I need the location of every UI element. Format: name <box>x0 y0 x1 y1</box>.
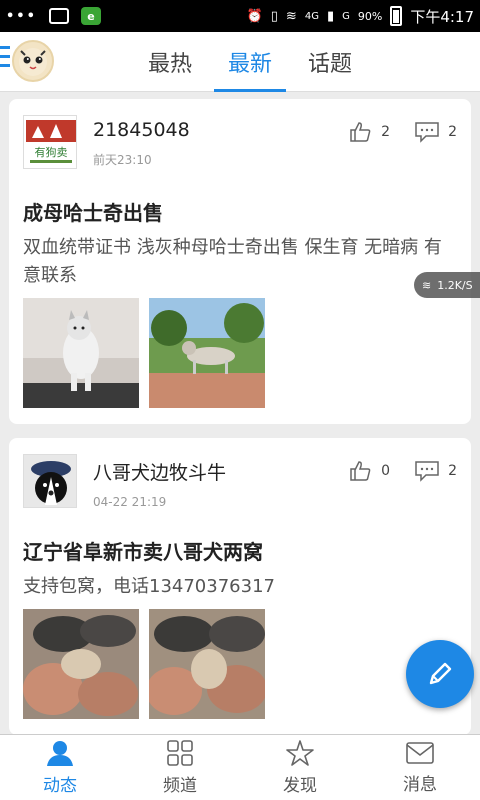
post-card[interactable]: 八哥犬边牧斗牛 04-22 21:19 0 2 辽宁省阜新市卖八哥犬两窝 支持包… <box>9 438 471 735</box>
comment-icon <box>415 461 439 482</box>
post-title[interactable]: 成母哈士奇出售 <box>23 197 457 226</box>
alarm-icon: ⏰ <box>246 8 263 24</box>
nav-discover-label: 发现 <box>283 776 317 796</box>
grid-icon <box>167 740 193 766</box>
like-button[interactable]: 0 <box>349 460 390 482</box>
author-avatar[interactable]: 有狗卖 <box>23 115 77 169</box>
avatar-logo-text: 有狗卖 <box>35 145 68 159</box>
vibrate-icon: ▯ <box>270 8 278 24</box>
post-photo[interactable] <box>23 298 139 408</box>
comment-count: 2 <box>448 124 457 140</box>
post-photo[interactable] <box>149 298 265 408</box>
bottom-nav: 动态 频道 发现 消息 <box>0 734 480 800</box>
top-nav: 最热 最新 话题 <box>0 32 480 92</box>
comment-button[interactable]: 2 <box>414 460 457 482</box>
nav-discover[interactable]: 发现 <box>240 735 360 800</box>
wifi-icon: ≋ <box>422 278 432 292</box>
app-notification-icon: e <box>80 7 101 25</box>
tab-hot[interactable]: 最热 <box>130 32 210 92</box>
star-icon <box>286 740 314 766</box>
nav-feed[interactable]: 动态 <box>0 735 120 800</box>
post-title[interactable]: 辽宁省阜新市卖八哥犬两窝 <box>23 536 457 565</box>
user-avatar-button[interactable] <box>12 40 54 82</box>
post-time: 前天23:10 <box>93 153 152 167</box>
menu-icon[interactable] <box>0 46 12 76</box>
author-name[interactable]: 21845048 <box>93 119 349 141</box>
author-avatar[interactable] <box>23 454 77 508</box>
tab-latest[interactable]: 最新 <box>210 32 290 92</box>
nav-messages-label: 消息 <box>403 775 437 795</box>
network-speed-badge: ≋ 1.2K/S <box>414 272 480 298</box>
comment-button[interactable]: 2 <box>414 121 457 143</box>
clock: 下午4:17 <box>410 7 474 26</box>
pencil-icon <box>429 662 452 685</box>
like-count: 0 <box>381 463 391 479</box>
comment-icon <box>415 122 439 143</box>
nav-channels[interactable]: 频道 <box>120 735 240 800</box>
nav-feed-label: 动态 <box>43 776 77 796</box>
compose-button[interactable] <box>406 640 474 708</box>
network-speed-text: 1.2K/S <box>437 278 473 292</box>
post-photo[interactable] <box>149 609 265 719</box>
post-card[interactable]: 有狗卖 21845048 前天23:10 2 2 成母哈士奇出售 双血统带证书 … <box>9 99 471 424</box>
status-bar: ••• e ⏰ ▯ ≋ 4G ▮ G 90% 下午4:17 <box>0 0 480 32</box>
post-feed: 有狗卖 21845048 前天23:10 2 2 成母哈士奇出售 双血统带证书 … <box>9 99 471 749</box>
like-button[interactable]: 2 <box>349 121 390 143</box>
nav-messages[interactable]: 消息 <box>360 735 480 800</box>
thumbs-up-icon <box>350 122 371 142</box>
battery-percent: 90% <box>357 9 383 23</box>
feed-tabs: 最热 最新 话题 <box>130 32 370 92</box>
screenshot-icon <box>48 8 69 24</box>
signal-icon: ▮ <box>326 8 335 24</box>
post-photo[interactable] <box>23 609 139 719</box>
battery-icon <box>390 6 403 26</box>
envelope-icon <box>406 742 434 764</box>
post-body[interactable]: 双血统带证书 浅灰种母哈士奇出售 保生育 无暗病 有意联系 <box>23 234 457 290</box>
user-icon <box>47 741 73 766</box>
network-type: 4G <box>304 10 319 22</box>
post-body[interactable]: 支持包窝，电话13470376317 <box>23 573 457 601</box>
network-type-2: G <box>342 10 350 22</box>
cat-face-icon <box>19 48 47 76</box>
tab-topics[interactable]: 话题 <box>290 32 370 92</box>
wifi-icon: ≋ <box>285 8 297 24</box>
nav-channels-label: 频道 <box>163 776 197 796</box>
thumbs-up-icon <box>350 461 371 481</box>
author-name[interactable]: 八哥犬边牧斗牛 <box>93 458 349 485</box>
comment-count: 2 <box>448 463 457 479</box>
post-time: 04-22 21:19 <box>93 495 167 509</box>
like-count: 2 <box>381 124 391 140</box>
notification-dots: ••• <box>6 8 37 24</box>
